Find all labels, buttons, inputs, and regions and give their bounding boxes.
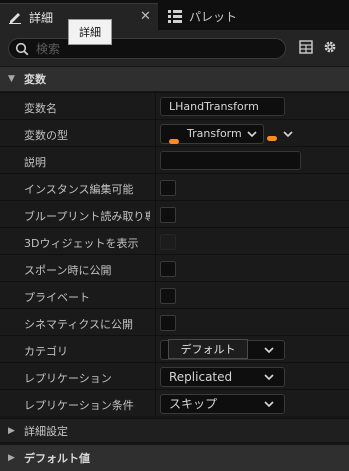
column-divider[interactable]: [155, 228, 156, 254]
chevron-down-icon: ▼: [8, 74, 15, 84]
chevron-down-icon: [247, 131, 257, 138]
column-divider[interactable]: [155, 147, 156, 173]
expose-to-cinematics-checkbox[interactable]: [160, 315, 176, 331]
pencil-icon: [7, 9, 23, 25]
column-divider[interactable]: [155, 363, 156, 389]
section-title-variables: 変数: [24, 73, 46, 86]
tab-palette[interactable]: パレット: [160, 3, 270, 30]
variable-type-dropdown[interactable]: Transform: [160, 124, 264, 144]
chevron-right-icon: ▶: [8, 425, 15, 436]
replication-condition-value: スキップ: [169, 397, 218, 411]
column-divider[interactable]: [155, 174, 156, 200]
search-row: 検索: [0, 30, 349, 66]
expose-to-cinematics-label: シネマティクスに公開: [24, 318, 134, 331]
replication-condition-label: レプリケーション条件: [24, 399, 134, 412]
column-divider[interactable]: [155, 390, 156, 416]
column-divider[interactable]: [155, 255, 156, 281]
instance-editable-checkbox[interactable]: [160, 180, 176, 196]
expose-on-spawn-checkbox[interactable]: [160, 261, 176, 277]
search-placeholder: 検索: [36, 42, 61, 56]
replication-dropdown[interactable]: Replicated: [160, 367, 285, 387]
tab-bar: 詳細 ✕ パレット: [0, 0, 349, 30]
column-divider[interactable]: [155, 336, 156, 362]
section-title-default-value: デフォルト値: [24, 452, 90, 465]
description-field[interactable]: [160, 151, 301, 170]
private-checkbox[interactable]: [160, 288, 176, 304]
row-description: 説明: [0, 146, 349, 173]
chevron-down-icon: [264, 401, 274, 408]
show-3d-widget-label: 3Dウィジェットを表示: [24, 237, 139, 250]
section-header-default-value[interactable]: ▶ デフォルト値: [0, 445, 349, 471]
chevron-down-icon: [264, 347, 274, 354]
section-title-advanced: 詳細設定: [24, 424, 68, 438]
tooltip: 詳細: [68, 19, 112, 45]
expose-on-spawn-label: スポーン時に公開: [24, 264, 112, 277]
table-view-icon[interactable]: [298, 39, 314, 55]
row-expose-to-cinematics: シネマティクスに公開: [0, 308, 349, 335]
replication-label: レプリケーション: [24, 372, 112, 385]
chevron-right-icon: ▶: [8, 453, 15, 463]
tab-palette-label: パレット: [189, 10, 238, 24]
blueprint-read-only-checkbox[interactable]: [160, 207, 176, 223]
column-divider[interactable]: [155, 93, 156, 119]
search-input[interactable]: 検索: [8, 38, 286, 59]
section-header-advanced[interactable]: ▶ 詳細設定: [0, 418, 349, 442]
container-pin-icon: [267, 131, 277, 144]
row-variable-type: 変数の型 Transform: [0, 119, 349, 146]
palette-list-icon: [167, 9, 183, 25]
variable-type-label: 変数の型: [24, 129, 68, 142]
column-divider[interactable]: [155, 201, 156, 227]
container-type-dropdown[interactable]: [267, 128, 297, 141]
variable-type-value: Transform: [187, 127, 242, 140]
show-3d-widget-checkbox: [160, 234, 176, 250]
tab-details-label: 詳細: [29, 10, 54, 25]
variable-name-field[interactable]: LHandTransform: [160, 97, 285, 116]
category-value-chip[interactable]: デフォルト: [168, 339, 248, 359]
category-label: カテゴリ: [24, 345, 68, 358]
row-replication-condition: レプリケーション条件 スキップ: [0, 389, 349, 416]
row-private: プライベート: [0, 281, 349, 308]
replication-condition-dropdown[interactable]: スキップ: [160, 394, 285, 414]
close-icon[interactable]: ✕: [140, 9, 151, 24]
row-replication: レプリケーション Replicated: [0, 362, 349, 389]
column-divider[interactable]: [155, 309, 156, 335]
search-icon: [15, 42, 29, 56]
row-instance-editable: インスタンス編集可能: [0, 173, 349, 200]
chevron-down-icon: [264, 374, 274, 381]
variable-name-label: 変数名: [24, 102, 57, 115]
column-divider[interactable]: [155, 120, 156, 146]
private-label: プライベート: [24, 291, 90, 304]
row-show-3d-widget: 3Dウィジェットを表示: [0, 227, 349, 254]
description-label: 説明: [24, 156, 46, 169]
row-variable-name: 変数名 LHandTransform: [0, 92, 349, 119]
chevron-down-icon: [283, 131, 293, 138]
blueprint-read-only-label: ブループリント読み取り専用: [24, 210, 150, 223]
instance-editable-label: インスタンス編集可能: [24, 183, 134, 196]
gear-icon[interactable]: [322, 39, 338, 55]
section-header-variables[interactable]: ▼ 変数: [0, 67, 349, 91]
row-blueprint-read-only: ブループリント読み取り専用: [0, 200, 349, 227]
column-divider[interactable]: [155, 282, 156, 308]
row-expose-on-spawn: スポーン時に公開: [0, 254, 349, 281]
replication-value: Replicated: [169, 370, 233, 384]
